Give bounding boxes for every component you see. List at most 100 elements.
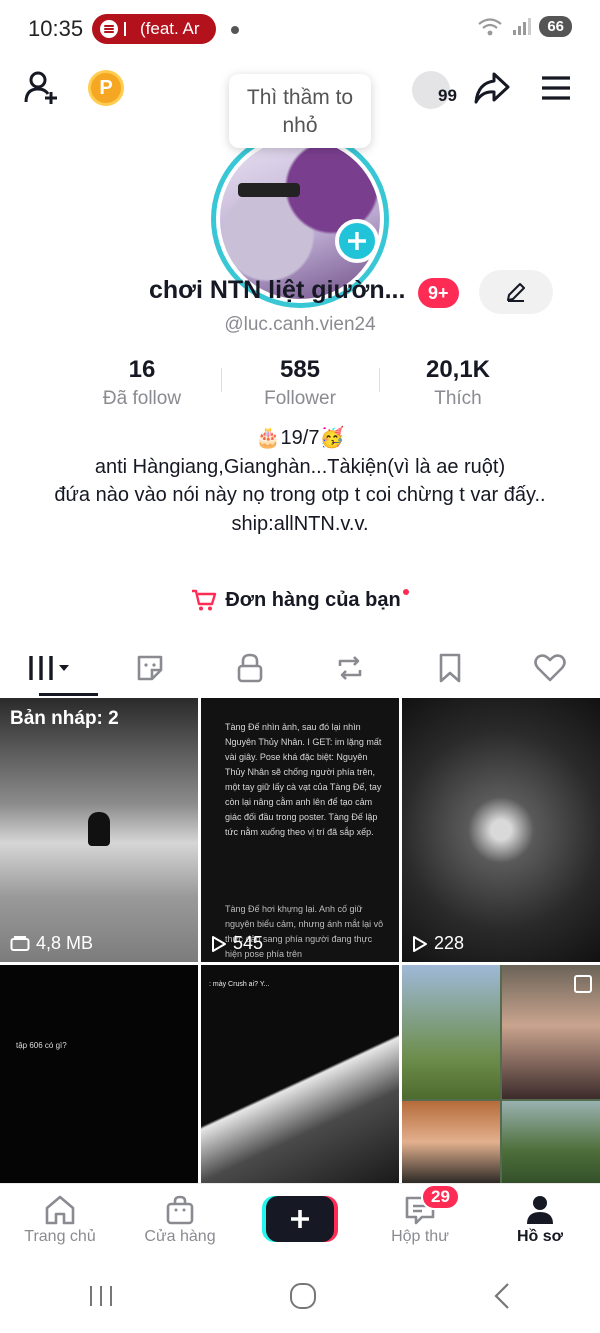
media-title: (feat. Ar: [140, 19, 200, 38]
status-bar: 10:35 (feat. Ar 66: [0, 0, 600, 60]
menu-button[interactable]: [536, 68, 576, 108]
videos-grid-icon: [29, 656, 69, 680]
status-time: 10:35: [28, 16, 84, 41]
add-friend-button[interactable]: [22, 68, 62, 108]
coin-button[interactable]: P: [88, 70, 124, 106]
create-plus-icon: [291, 1210, 309, 1228]
share-arrow-icon: [474, 72, 510, 104]
nav-inbox-label: Hộp thư: [391, 1228, 449, 1245]
bio-line: 🎂19/7🥳: [255, 427, 345, 449]
drafts-label: Bản nháp: 2: [10, 708, 119, 729]
views-count: 545: [233, 933, 264, 953]
video-grid: Bản nháp: 2 4,8 MB Tàng Đế nhìn ảnh, sau…: [0, 698, 600, 1183]
home-icon: [45, 1195, 75, 1225]
profile-icon: [527, 1196, 553, 1224]
battery-indicator: 66: [539, 16, 572, 37]
photo-thumbnail: [502, 1101, 600, 1183]
profile-name: chơi NTN liệt giườn...: [149, 276, 406, 304]
video-caption-text: Tàng Đế nhìn ảnh, sau đó lại nhìn Nguyên…: [225, 722, 382, 837]
tab-reposts[interactable]: [300, 640, 400, 696]
photo-thumbnail: [402, 965, 500, 1099]
plus-icon: [348, 232, 366, 250]
profile-tabs: [0, 640, 600, 696]
photo-thumbnail: [402, 1101, 500, 1183]
following-label: Đã follow: [102, 388, 182, 409]
shop-icon: [166, 1195, 194, 1225]
video-tile[interactable]: Tàng Đế nhìn ảnh, sau đó lại nhìn Nguyên…: [201, 698, 399, 962]
sticker-icon: [137, 655, 163, 681]
create-button[interactable]: [266, 1196, 334, 1242]
multi-photo-icon: [574, 975, 592, 993]
likes-stat[interactable]: 20,1K Thích: [378, 356, 538, 410]
likes-label: Thích: [434, 388, 482, 409]
orders-label: Đơn hàng của bạn: [225, 588, 401, 611]
followers-stat[interactable]: 585 Follower: [220, 356, 380, 410]
wifi-icon: [478, 17, 503, 35]
followers-count: 585: [279, 356, 321, 383]
figure-silhouette: [88, 812, 110, 846]
add-story-button[interactable]: [335, 219, 379, 263]
orders-dot: [402, 589, 409, 595]
bio-line: đứa nào vào nói này nọ trong otp t coi c…: [54, 484, 546, 506]
recent-apps-button[interactable]: [68, 1278, 134, 1319]
recent-apps-icon: [89, 1285, 112, 1306]
tab-private[interactable]: [200, 640, 300, 696]
play-icon: [212, 935, 226, 952]
home-system-button[interactable]: [269, 1276, 337, 1321]
signal-icon: [513, 17, 532, 35]
orders-link[interactable]: Đơn hàng của bạn: [0, 588, 600, 612]
system-navigation: [0, 1263, 600, 1333]
tab-videos[interactable]: [0, 640, 100, 696]
repost-icon: [338, 656, 362, 680]
following-count: 16: [128, 356, 156, 383]
tab-liked[interactable]: [500, 640, 600, 696]
nav-home-label: Trang chủ: [24, 1228, 96, 1245]
notification-dot-icon: [231, 26, 239, 34]
video-tile[interactable]: tập 606 có gì?: [0, 965, 198, 1183]
video-caption-text: tập 606 có gì?: [16, 1041, 67, 1050]
back-chevron-icon: [494, 1282, 510, 1309]
bio-line: ship:allNTN.v.v.: [231, 512, 369, 535]
hamburger-menu-icon: [542, 76, 570, 100]
nav-shop[interactable]: Cửa hàng: [130, 1192, 230, 1246]
views-count: 228: [434, 933, 465, 953]
sound-wave-icon: [124, 22, 134, 36]
likes-count: 20,1K: [425, 356, 491, 383]
video-views: 545: [211, 933, 263, 954]
tab-favorites[interactable]: [400, 640, 500, 696]
drafts-size-value: 4,8 MB: [36, 933, 94, 953]
back-button[interactable]: [472, 1276, 532, 1321]
storage-icon: [10, 935, 30, 951]
drafts-tile[interactable]: Bản nháp: 2 4,8 MB: [0, 698, 198, 962]
inbox-badge: 29: [421, 1184, 460, 1210]
cart-icon: [192, 589, 217, 611]
play-icon: [413, 935, 427, 952]
heart-icon: [534, 654, 566, 682]
spotify-icon: [100, 20, 118, 38]
pencil-icon: [507, 283, 525, 302]
nav-profile[interactable]: Hồ sơ: [490, 1192, 590, 1246]
add-user-icon: [24, 71, 57, 104]
tab-stickers[interactable]: [100, 640, 200, 696]
bookmark-icon: [439, 653, 461, 683]
whisper-tooltip[interactable]: Thì thầm to nhỏ: [229, 74, 371, 148]
edit-profile-button[interactable]: [479, 270, 553, 314]
photo-carousel-tile[interactable]: [402, 965, 600, 1183]
home-circle-icon: [289, 1282, 316, 1309]
friends-count: 99: [438, 86, 457, 105]
video-views: 228: [412, 933, 464, 954]
video-caption-text: : mày Crush ai? Y...: [209, 981, 270, 988]
profile-bio: 🎂19/7🥳 anti Hàngiang,Gianghàn...Tàkiện(v…: [40, 424, 560, 538]
following-stat[interactable]: 16 Đã follow: [62, 356, 222, 410]
video-tile[interactable]: : mày Crush ai? Y...: [201, 965, 399, 1183]
followers-label: Follower: [264, 388, 336, 409]
nav-profile-label: Hồ sơ: [516, 1228, 564, 1245]
drafts-size: 4,8 MB: [10, 933, 93, 954]
nav-shop-label: Cửa hàng: [144, 1228, 216, 1245]
share-button[interactable]: [472, 68, 512, 108]
profile-notification-badge[interactable]: 9+: [418, 278, 459, 308]
video-tile[interactable]: 228: [402, 698, 600, 962]
profile-handle: @luc.canh.vien24: [224, 314, 376, 335]
nav-home[interactable]: Trang chủ: [10, 1192, 110, 1246]
media-playing-pill[interactable]: (feat. Ar: [92, 14, 216, 44]
